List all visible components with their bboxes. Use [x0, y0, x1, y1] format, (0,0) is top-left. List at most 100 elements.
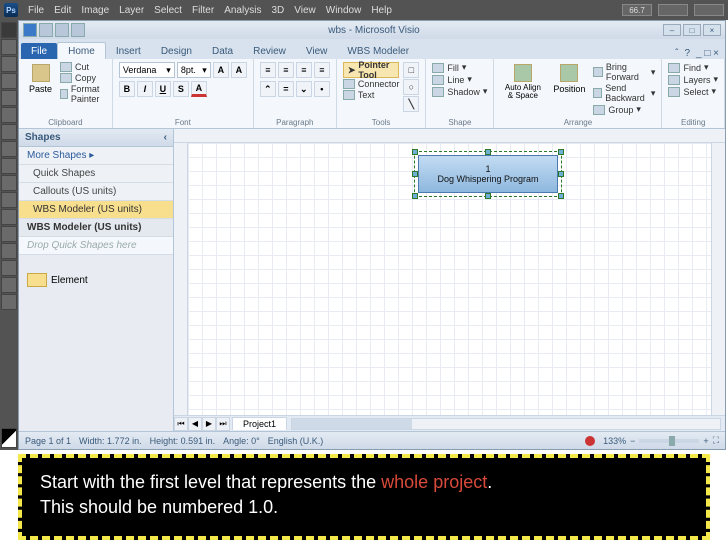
eyedropper-tool-icon[interactable] [1, 107, 17, 123]
tab-design[interactable]: Design [151, 43, 202, 59]
resize-handle-bl[interactable] [412, 193, 418, 199]
blur-tool-icon[interactable] [1, 192, 17, 208]
marquee-tool-icon[interactable] [1, 39, 17, 55]
align-right-button[interactable]: ≡ [296, 62, 312, 78]
pen-tool-icon[interactable] [1, 209, 17, 225]
grow-font-button[interactable]: A [213, 62, 229, 78]
text-tool-button[interactable]: Text [343, 90, 400, 100]
menu-3d[interactable]: 3D [271, 5, 284, 16]
menu-image[interactable]: Image [81, 5, 109, 16]
eraser-tool-icon[interactable] [1, 158, 17, 174]
page-tab[interactable]: Project1 [232, 417, 287, 430]
rectangle-tool-button[interactable]: □ [403, 62, 419, 78]
resize-handle-mr[interactable] [558, 171, 564, 177]
macro-record-icon[interactable] [585, 436, 595, 446]
menu-layer[interactable]: Layer [119, 5, 144, 16]
status-language[interactable]: English (U.K.) [268, 436, 324, 446]
strike-button[interactable]: S [173, 81, 189, 97]
tab-wbs-modeler[interactable]: WBS Modeler [337, 43, 419, 59]
minimize-ribbon-icon[interactable]: ˆ [675, 48, 678, 59]
panel-chevron-icon[interactable]: ‹ [164, 132, 167, 143]
gradient-tool-icon[interactable] [1, 175, 17, 191]
save-icon[interactable] [39, 23, 53, 37]
shrink-font-button[interactable]: A [231, 62, 247, 78]
undo-icon[interactable] [55, 23, 69, 37]
zoom-value[interactable]: 133% [603, 436, 626, 446]
ellipse-tool-button[interactable]: ○ [403, 79, 419, 95]
lasso-tool-icon[interactable] [1, 56, 17, 72]
bring-forward-button[interactable]: Bring Forward ▾ [593, 62, 655, 82]
brush-tool-icon[interactable] [1, 124, 17, 140]
find-button[interactable]: Find ▾ [668, 62, 718, 73]
tab-insert[interactable]: Insert [106, 43, 151, 59]
host-tool-1[interactable] [658, 4, 688, 16]
format-painter-button[interactable]: Format Painter [60, 84, 106, 104]
callouts-item[interactable]: Callouts (US units) [19, 183, 173, 201]
copy-button[interactable]: Copy [60, 73, 106, 83]
align-left-button[interactable]: ≡ [260, 62, 276, 78]
wbs-modeler-header[interactable]: WBS Modeler (US units) [19, 219, 173, 237]
path-tool-icon[interactable] [1, 243, 17, 259]
menu-analysis[interactable]: Analysis [224, 5, 261, 16]
position-button[interactable]: Position [549, 62, 589, 96]
menu-edit[interactable]: Edit [54, 5, 71, 16]
line-button[interactable]: Line ▾ [432, 74, 487, 85]
zoom-tool-icon[interactable] [1, 294, 17, 310]
paste-button[interactable]: Paste [25, 62, 56, 96]
color-swatch-icon[interactable] [1, 428, 17, 448]
host-tool-2[interactable] [694, 4, 724, 16]
zoom-slider[interactable] [639, 439, 699, 443]
prev-page-button[interactable]: ◀ [188, 417, 202, 431]
maximize-button[interactable]: □ [683, 24, 701, 36]
bold-button[interactable]: B [119, 81, 135, 97]
zoom-out-button[interactable]: − [630, 436, 635, 446]
wand-tool-icon[interactable] [1, 73, 17, 89]
close-button[interactable]: × [703, 24, 721, 36]
help-icon[interactable]: ? [684, 48, 690, 59]
menu-view[interactable]: View [294, 5, 316, 16]
zoom-level-field[interactable]: 66.7 [622, 4, 652, 16]
move-tool-icon[interactable] [1, 22, 17, 38]
drop-shapes-area[interactable]: Drop Quick Shapes here [19, 237, 173, 255]
fit-page-button[interactable]: ⛶ [713, 435, 719, 446]
element-stencil[interactable]: Element [27, 273, 165, 287]
font-family-dropdown[interactable]: Verdana▾ [119, 62, 175, 78]
pointer-tool-button[interactable]: ➤ Pointer Tool [343, 62, 400, 78]
quick-shapes-item[interactable]: Quick Shapes [19, 165, 173, 183]
text-tool-icon[interactable] [1, 226, 17, 242]
send-backward-button[interactable]: Send Backward ▾ [593, 83, 655, 103]
font-color-button[interactable]: A [191, 81, 207, 97]
fill-button[interactable]: Fill ▾ [432, 62, 487, 73]
stamp-tool-icon[interactable] [1, 141, 17, 157]
resize-handle-mb[interactable] [485, 193, 491, 199]
drawing-canvas[interactable]: 1 Dog Whispering Program [188, 143, 711, 415]
first-page-button[interactable]: ⏮ [174, 417, 188, 431]
line-tool-button[interactable]: ╲ [403, 96, 419, 112]
bullets-button[interactable]: • [314, 81, 330, 97]
redo-icon[interactable] [71, 23, 85, 37]
resize-handle-br[interactable] [558, 193, 564, 199]
shadow-button[interactable]: Shadow ▾ [432, 86, 487, 97]
window-controls-icon[interactable]: _ □ × [696, 48, 719, 59]
justify-button[interactable]: ≡ [314, 62, 330, 78]
horizontal-scrollbar[interactable] [291, 418, 721, 430]
wbs-element-shape[interactable]: 1 Dog Whispering Program [418, 155, 558, 193]
menu-window[interactable]: Window [326, 5, 362, 16]
zoom-in-button[interactable]: + [703, 436, 708, 446]
menu-select[interactable]: Select [154, 5, 182, 16]
minimize-button[interactable]: – [663, 24, 681, 36]
layers-button[interactable]: Layers ▾ [668, 74, 718, 85]
font-size-dropdown[interactable]: 8pt.▾ [177, 62, 211, 78]
menu-help[interactable]: Help [371, 5, 392, 16]
cut-button[interactable]: Cut [60, 62, 106, 72]
crop-tool-icon[interactable] [1, 90, 17, 106]
vertical-scrollbar[interactable] [711, 143, 725, 415]
resize-handle-tr[interactable] [558, 149, 564, 155]
italic-button[interactable]: I [137, 81, 153, 97]
tab-view[interactable]: View [296, 43, 338, 59]
tab-review[interactable]: Review [243, 43, 296, 59]
tab-home[interactable]: Home [57, 42, 106, 59]
select-button[interactable]: Select ▾ [668, 86, 718, 97]
wbs-modeler-item[interactable]: WBS Modeler (US units) [19, 201, 173, 219]
last-page-button[interactable]: ⏭ [216, 417, 230, 431]
